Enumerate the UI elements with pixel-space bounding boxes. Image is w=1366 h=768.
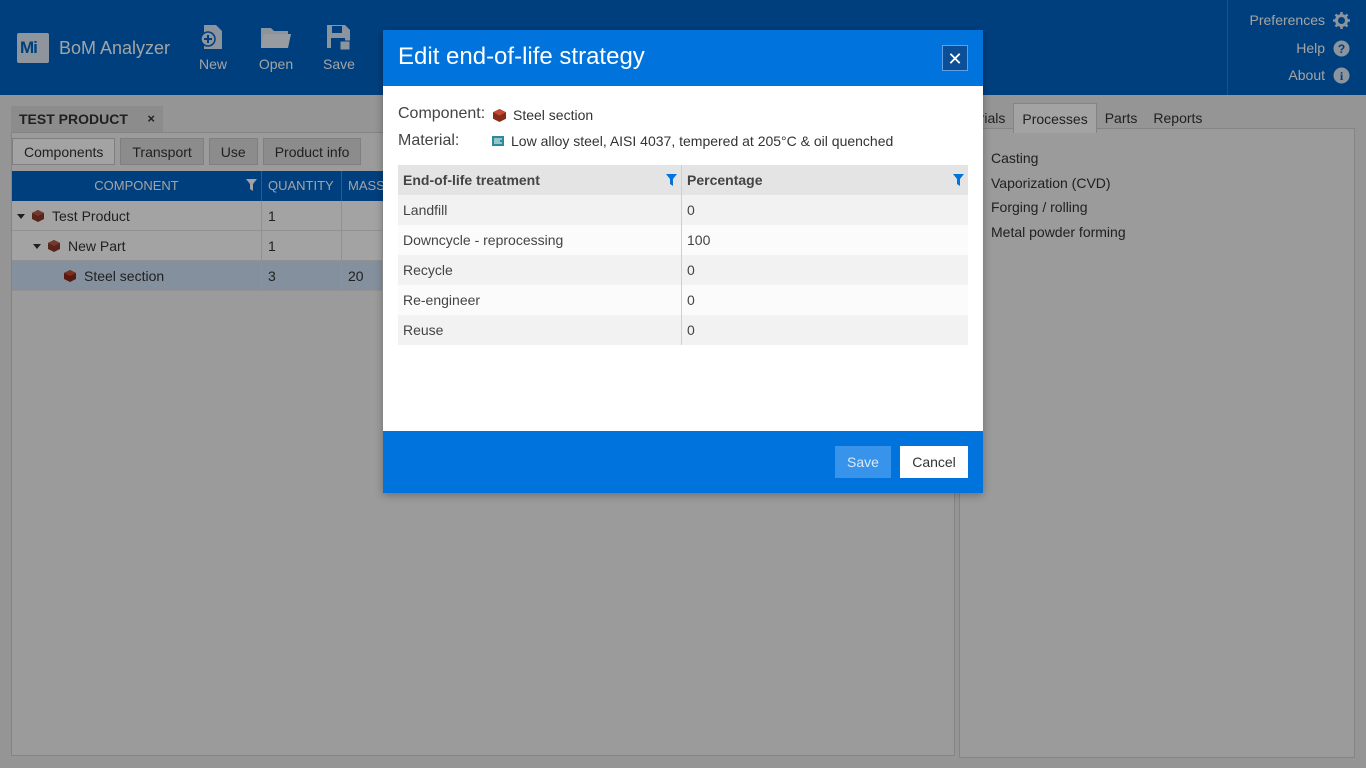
table-row[interactable]: Downcycle - reprocessing 100	[398, 225, 968, 255]
component-value: Steel section	[493, 107, 593, 123]
percentage-cell[interactable]: 0	[682, 195, 968, 225]
percentage-cell[interactable]: 100	[682, 225, 968, 255]
save-button[interactable]: Save	[835, 446, 891, 478]
table-row[interactable]: Re-engineer 0	[398, 285, 968, 315]
end-of-life-table: End-of-life treatment Percentage Landfil…	[398, 165, 968, 345]
component-cube-icon	[493, 108, 506, 122]
close-icon[interactable]: ✕	[942, 45, 968, 71]
percentage-cell[interactable]: 0	[682, 315, 968, 345]
table-body: Landfill 0 Downcycle - reprocessing 100 Re…	[398, 195, 968, 345]
column-header-percentage[interactable]: Percentage	[682, 165, 968, 195]
filter-icon[interactable]	[953, 174, 964, 186]
table-row[interactable]: Landfill 0	[398, 195, 968, 225]
cancel-button[interactable]: Cancel	[900, 446, 968, 478]
component-label: Component:	[398, 105, 486, 122]
dialog-header: Edit end-of-life strategy ✕	[383, 30, 983, 86]
dialog-title: Edit end-of-life strategy	[398, 43, 645, 70]
table-row[interactable]: Reuse 0	[398, 315, 968, 345]
percentage-cell[interactable]: 0	[682, 255, 968, 285]
filter-icon[interactable]	[666, 174, 677, 186]
material-value: Low alloy steel, AISI 4037, tempered at …	[492, 133, 893, 149]
material-record-icon	[492, 136, 504, 146]
material-label: Material:	[398, 132, 460, 149]
dialog-footer: Save Cancel	[383, 431, 983, 493]
percentage-cell[interactable]: 0	[682, 285, 968, 315]
edit-end-of-life-dialog: Edit end-of-life strategy ✕ Component: S…	[383, 30, 983, 493]
table-row[interactable]: Recycle 0	[398, 255, 968, 285]
column-header-treatment[interactable]: End-of-life treatment	[398, 165, 682, 195]
table-header: End-of-life treatment Percentage	[398, 165, 968, 195]
